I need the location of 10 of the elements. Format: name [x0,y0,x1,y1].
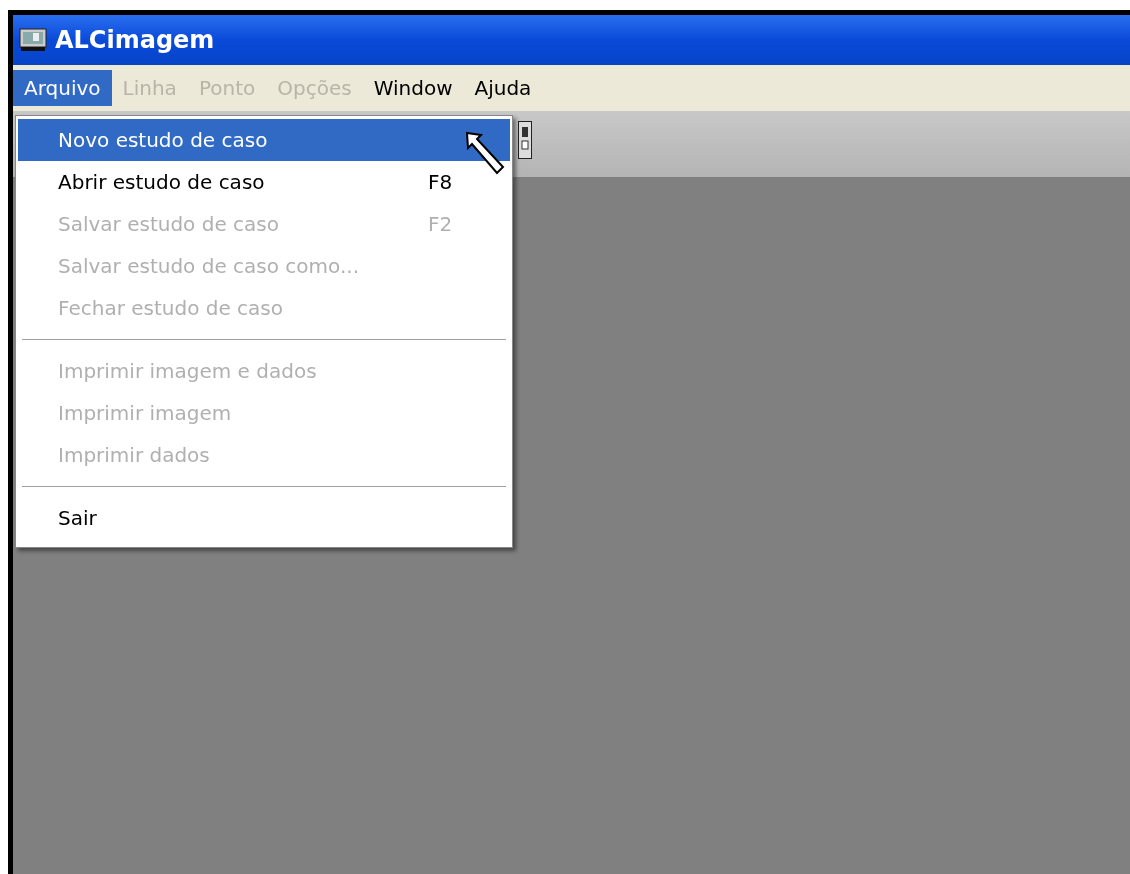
menu-bar-item[interactable]: Arquivo [13,70,112,106]
menu-bar-item[interactable]: Window [362,70,464,106]
menu-item[interactable]: Sair [18,497,510,539]
toolbar-button-icon[interactable] [518,121,532,159]
monitor-icon [19,28,47,52]
cursor-arrow-icon [463,129,507,175]
menu-item[interactable]: Abrir estudo de caso F8 [18,161,510,203]
menu-item[interactable]: Novo estudo de caso [18,119,510,161]
window-title: ALCimagem [55,26,215,54]
menu-bar-item[interactable]: Ajuda [463,70,543,106]
